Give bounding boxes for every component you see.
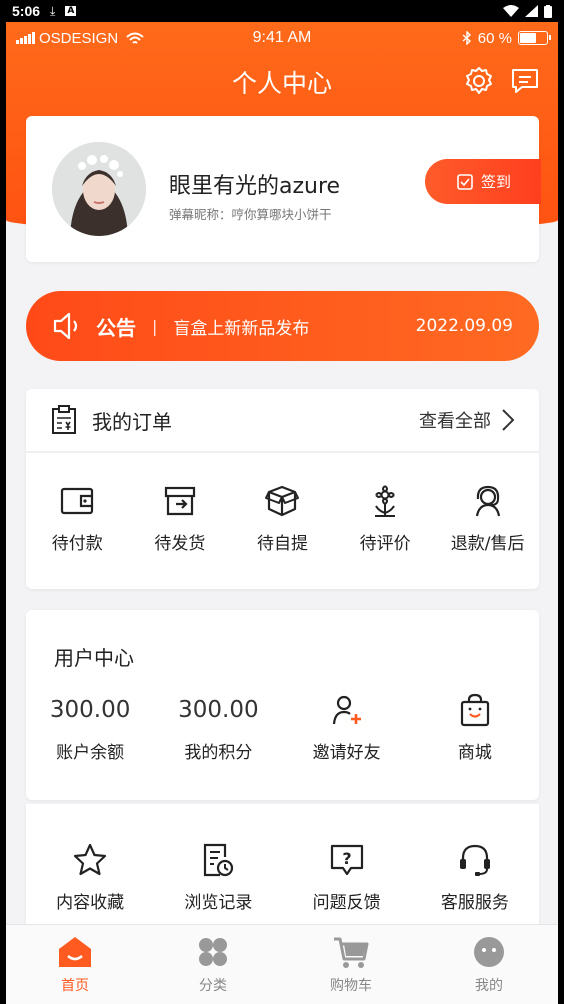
ios-time: 9:41 AM [252, 29, 312, 46]
checkbox-icon [457, 173, 473, 190]
sign-in-label: 签到 [481, 173, 512, 191]
svg-text:?: ? [342, 849, 351, 868]
profile-nickname: 眼里有光的azure [169, 174, 341, 199]
question-icon: ? [330, 844, 363, 876]
system-time: 5:06 [12, 3, 41, 19]
services-grid: 内容收藏 浏览记录 ? 问题反馈 客服服务 [26, 842, 539, 913]
mall[interactable]: 商城 [411, 692, 539, 763]
mall-label: 商城 [457, 743, 492, 763]
order-item-label: 待自提 [256, 534, 308, 554]
order-item-label: 退款/售后 [450, 534, 525, 554]
clipboard-icon [52, 405, 76, 434]
my-points-value: 300.00 [178, 697, 259, 723]
bottom-tab-bar: 首页 分类 购物车 我的 [6, 924, 558, 1004]
favorites-label: 内容收藏 [56, 893, 125, 913]
account-balance-value: 300.00 [49, 697, 131, 723]
order-refund-aftersale[interactable]: 退款/售后 [436, 483, 539, 554]
my-points-label: 我的积分 [184, 743, 253, 763]
feedback[interactable]: ? 问题反馈 [283, 842, 411, 913]
font-icon: A [65, 6, 77, 16]
app-screen: OSDESIGN 9:41 AM 60 % 个人中心 眼里有光的azure 弹幕… [6, 22, 558, 1004]
user-center-card: 用户中心 300.00 账户余额 300.00 我的积分 邀请好友 商城 [26, 610, 539, 800]
headset-icon [459, 844, 490, 876]
tab-category-label: 分类 [199, 977, 227, 994]
user-center-title: 用户中心 [54, 646, 134, 670]
shopping-bag-icon [460, 693, 489, 727]
order-item-label: 待付款 [51, 534, 103, 554]
browsing-history-label: 浏览记录 [184, 893, 253, 913]
invite-friends[interactable]: 邀请好友 [283, 692, 411, 763]
favorites[interactable]: 内容收藏 [26, 842, 154, 913]
notice-date: 2022.09.09 [415, 316, 513, 336]
customer-service-label: 客服服务 [440, 893, 509, 913]
tab-home-label: 首页 [61, 977, 89, 994]
speaker-icon [53, 312, 78, 340]
profile-icon [474, 936, 504, 967]
category-icon [199, 937, 227, 966]
avatar[interactable] [52, 142, 146, 236]
ios-status-bar: OSDESIGN 9:41 AM 60 % [6, 22, 558, 54]
profile-subtitle: 弹幕昵称：哼你算哪块小饼干 [169, 207, 332, 222]
battery-icon [544, 4, 552, 18]
order-pending-shipment[interactable]: 待发货 [129, 483, 232, 554]
order-item-label: 待发货 [154, 534, 206, 554]
orders-title: 我的订单 [92, 409, 172, 434]
box-out-icon [164, 486, 195, 516]
tab-mine[interactable]: 我的 [420, 925, 558, 1004]
package-icon [265, 485, 300, 517]
wifi-icon [503, 5, 519, 17]
tab-cart-label: 购物车 [330, 977, 372, 994]
add-user-icon [332, 695, 361, 725]
user-center-grid: 300.00 账户余额 300.00 我的积分 邀请好友 商城 [26, 692, 539, 763]
order-status-grid: 待付款 待发货 待自提 待评价 退款/售后 [26, 453, 539, 554]
wallet-icon [61, 487, 94, 515]
cart-icon [334, 937, 369, 968]
android-status-bar: 5:06 ⤓ A [0, 0, 564, 22]
orders-card: 我的订单 查看全部 待付款 待发货 待自提 待评价 退款/售后 [26, 389, 539, 589]
order-pending-pickup[interactable]: 待自提 [231, 483, 334, 554]
order-pending-review[interactable]: 待评价 [334, 483, 437, 554]
download-icon: ⤓ [50, 3, 56, 18]
notice-banner[interactable]: 公告 | 盲盒上新新品发布 2022.09.09 [26, 291, 539, 361]
history-icon [204, 843, 234, 877]
my-points[interactable]: 300.00 我的积分 [154, 692, 282, 763]
tab-category[interactable]: 分类 [144, 925, 282, 1004]
chevron-right-icon [502, 409, 515, 431]
flower-icon [375, 485, 396, 517]
account-balance-label: 账户余额 [56, 743, 125, 763]
battery-icon [518, 31, 551, 45]
tab-home[interactable]: 首页 [6, 925, 144, 1004]
feedback-label: 问题反馈 [312, 893, 381, 913]
view-all-label: 查看全部 [419, 411, 491, 432]
tab-mine-label: 我的 [475, 977, 503, 994]
notice-text: 盲盒上新新品发布 [173, 318, 310, 339]
sign-in-button[interactable]: 签到 [425, 159, 541, 204]
view-all-orders-link[interactable]: 查看全部 [419, 407, 515, 433]
browsing-history[interactable]: 浏览记录 [154, 842, 282, 913]
order-item-label: 待评价 [359, 534, 411, 554]
orders-header: 我的订单 查看全部 [26, 389, 539, 453]
notice-label: 公告 [96, 315, 136, 340]
battery-level [520, 33, 536, 43]
account-balance[interactable]: 300.00 账户余额 [26, 692, 154, 763]
tab-cart[interactable]: 购物车 [282, 925, 420, 1004]
notice-separator: | [152, 316, 158, 336]
service-agent-icon [475, 485, 500, 517]
avatar-image [52, 142, 146, 236]
order-pending-payment[interactable]: 待付款 [26, 483, 129, 554]
customer-service[interactable]: 客服服务 [411, 842, 539, 913]
home-icon [59, 936, 91, 967]
star-icon [74, 843, 107, 876]
signal-icon [525, 5, 538, 17]
invite-friends-label: 邀请好友 [312, 743, 381, 763]
message-icon[interactable] [510, 67, 540, 95]
gear-icon[interactable] [464, 66, 494, 96]
